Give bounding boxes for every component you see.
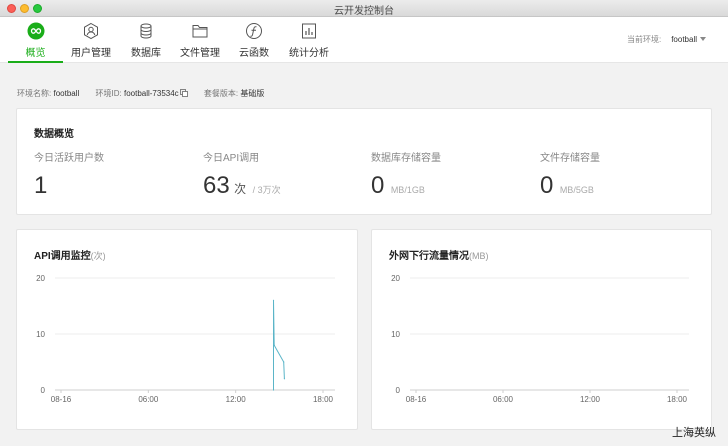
y-tick-label: 0 — [396, 386, 401, 395]
stat-value: 63 — [203, 172, 230, 199]
database-icon — [140, 23, 152, 39]
x-tick-label: 06:00 — [493, 395, 514, 404]
window-titlebar: 云开发控制台 — [0, 0, 728, 17]
tab-cloud-functions[interactable]: 云函数 — [235, 17, 273, 63]
tab-label: 用户管理 — [71, 48, 111, 59]
tab-label: 概览 — [25, 48, 46, 59]
overview-icon — [27, 22, 44, 40]
x-tick-label: 18:00 — [313, 395, 334, 404]
stat-api-calls: 今日API调用 63 次 / 3万次 — [203, 149, 281, 200]
outbound-traffic-card: 外网下行流量情况(MB) 0 10 20 08-16 06:00 12:00 18:00 — [371, 229, 712, 430]
y-tick-label: 10 — [36, 330, 45, 339]
y-tick-label: 0 — [41, 386, 46, 395]
tab-label: 统计分析 — [289, 48, 329, 59]
stat-active-users: 今日活跃用户数 1 — [34, 149, 104, 200]
stat-value: 1 — [34, 172, 48, 199]
stat-file-storage: 文件存储容量 0 MB/5GB — [540, 149, 600, 200]
tab-user-management[interactable]: 用户管理 — [68, 17, 114, 63]
api-call-monitor-card: API调用监控(次) 0 10 20 08-16 06:00 12:00 18:00 — [16, 229, 358, 430]
stat-value: 0 — [371, 172, 385, 199]
env-name-label: 环境名称: — [17, 89, 52, 98]
x-tick-label: 12:00 — [580, 395, 601, 404]
x-tick-label: 08-16 — [51, 395, 72, 404]
tab-label: 数据库 — [131, 48, 161, 59]
env-switcher-label: 当前环境: — [626, 35, 662, 44]
x-tick-label: 12:00 — [226, 395, 247, 404]
stat-label: 数据库存储容量 — [371, 153, 441, 164]
plan-value: 基础版 — [240, 89, 265, 98]
plan-label: 套餐版本: — [203, 89, 239, 98]
stat-quota: / 3万次 — [252, 185, 281, 195]
stat-label: 文件存储容量 — [540, 153, 600, 164]
active-tab-indicator — [8, 61, 63, 63]
x-tick-label: 18:00 — [667, 395, 688, 404]
data-point — [273, 344, 275, 346]
tab-overview[interactable]: 概览 — [8, 17, 63, 63]
traffic-chart: 0 10 20 08-16 06:00 12:00 18:00 — [391, 274, 689, 404]
env-name-value: football — [53, 89, 80, 98]
watermark-text: 上海英纵 — [672, 427, 716, 439]
api-call-chart: 0 10 20 08-16 06:00 12:00 18:00 — [36, 274, 335, 404]
folder-icon — [192, 25, 208, 38]
stat-quota: MB/1GB — [390, 185, 425, 195]
y-tick-label: 20 — [391, 274, 400, 283]
data-point — [272, 389, 275, 391]
tab-statistics[interactable]: 统计分析 — [286, 17, 332, 63]
data-overview-card: 数据概览 今日活跃用户数 1 今日API调用 63 次 / 3万次 数据库存储容… — [16, 108, 712, 215]
overview-title: 数据概览 — [34, 129, 74, 140]
stat-database-storage: 数据库存储容量 0 MB/1GB — [371, 149, 441, 200]
stat-label: 今日活跃用户数 — [34, 153, 104, 164]
top-navigation: 概览 用户管理 数据库 文件管理 云函数 统计分析 当前环境: football — [0, 17, 728, 63]
stat-quota: MB/5GB — [559, 185, 594, 195]
environment-info: 环境名称: football 环境ID: football-73534c 套餐版… — [17, 88, 264, 99]
env-switcher-value: football — [671, 35, 697, 44]
chevron-down-icon — [700, 37, 706, 41]
stat-label: 今日API调用 — [203, 153, 260, 164]
copy-icon[interactable] — [179, 89, 188, 97]
stat-value: 0 — [540, 172, 554, 199]
y-tick-label: 10 — [391, 330, 400, 339]
function-icon — [246, 23, 262, 39]
window-title: 云开发控制台 — [334, 6, 394, 17]
series-line — [273, 300, 285, 390]
tab-label: 文件管理 — [180, 48, 220, 59]
tab-label: 云函数 — [239, 48, 269, 59]
users-icon — [84, 22, 98, 40]
environment-switcher[interactable]: 当前环境: football — [627, 34, 706, 45]
x-tick-label: 08-16 — [406, 395, 427, 404]
x-tick-label: 06:00 — [138, 395, 159, 404]
env-id-label: 环境ID: — [95, 89, 122, 98]
tab-file-management[interactable]: 文件管理 — [178, 17, 222, 63]
data-point — [283, 361, 285, 363]
env-id-value: football-73534c — [123, 89, 179, 98]
y-tick-label: 20 — [36, 274, 45, 283]
tab-database[interactable]: 数据库 — [127, 17, 165, 63]
stat-unit: 次 — [234, 182, 247, 196]
bar-chart-icon — [302, 23, 316, 39]
data-point — [283, 378, 286, 380]
data-point — [272, 299, 275, 301]
